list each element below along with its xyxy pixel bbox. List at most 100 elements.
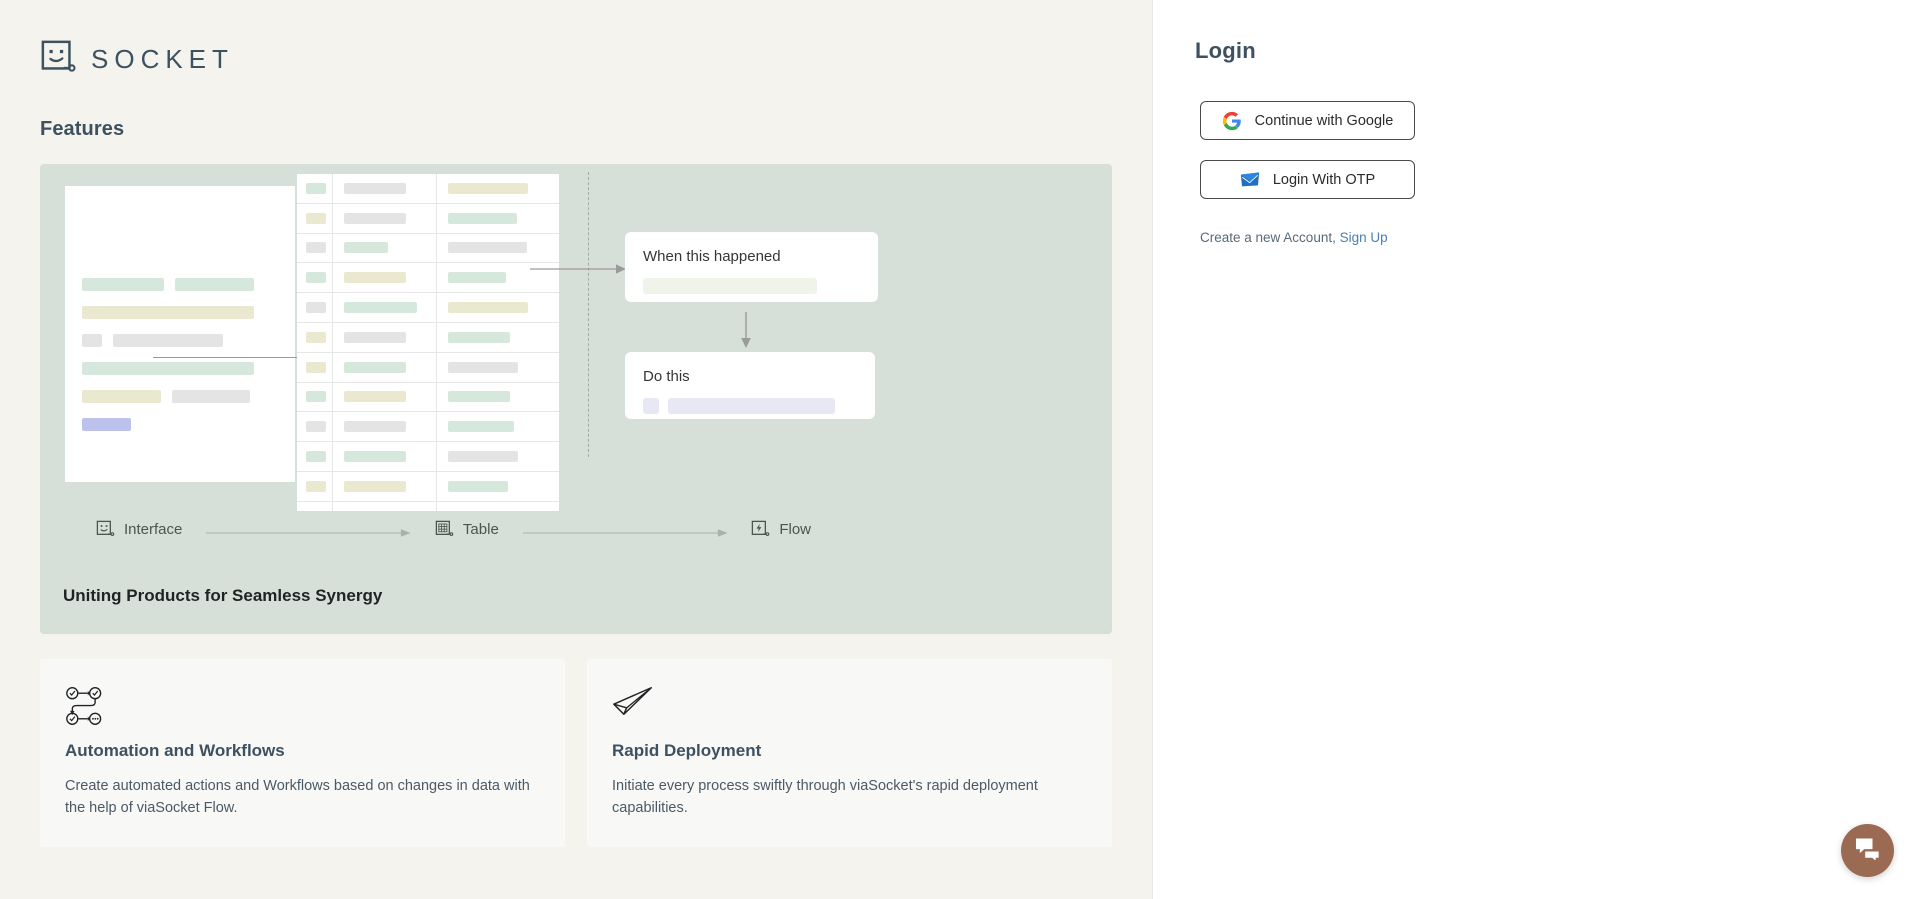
- legend-item-interface[interactable]: Interface: [96, 520, 182, 539]
- table-cell: [297, 204, 333, 233]
- cell-chip: [448, 332, 510, 343]
- table-cell: [437, 353, 559, 382]
- flow-trigger-card[interactable]: When this happened: [625, 232, 878, 302]
- table-row: [297, 412, 559, 442]
- flow-action-card[interactable]: Do this: [625, 352, 875, 419]
- cell-chip: [306, 213, 326, 224]
- table-cell: [297, 293, 333, 322]
- feature-card-automation[interactable]: Automation and Workflows Create automate…: [40, 659, 565, 847]
- table-cell: [333, 234, 437, 263]
- table-cell: [437, 472, 559, 501]
- interface-mock-row: [82, 306, 279, 319]
- flow-bolt-socket-icon: [751, 520, 770, 539]
- brand-logo[interactable]: SOCKET: [40, 38, 1112, 78]
- cell-chip: [344, 332, 406, 343]
- table-cell: [437, 502, 559, 511]
- table-cell: [297, 472, 333, 501]
- flow-trigger-placeholder-bar: [643, 278, 817, 294]
- cell-chip: [448, 213, 517, 224]
- signup-prompt-text: Create a new Account,: [1200, 230, 1336, 245]
- feature-card-deployment[interactable]: Rapid Deployment Initiate every process …: [587, 659, 1112, 847]
- cell-chip: [344, 183, 406, 194]
- legend-connector-2: [523, 525, 728, 535]
- login-with-otp-button[interactable]: Login With OTP: [1200, 160, 1415, 199]
- cell-chip: [448, 391, 510, 402]
- cell-chip: [306, 451, 326, 462]
- sign-up-link[interactable]: Sign Up: [1340, 230, 1388, 245]
- table-cell: [297, 174, 333, 203]
- table-mock: [297, 174, 559, 511]
- left-marketing-panel: SOCKET Features: [0, 0, 1152, 899]
- legend-item-table[interactable]: Table: [435, 520, 499, 539]
- continue-with-google-label: Continue with Google: [1255, 113, 1394, 129]
- table-cell: [333, 502, 437, 511]
- cell-chip: [306, 332, 326, 343]
- table-cell: [333, 174, 437, 203]
- table-cell: [333, 323, 437, 352]
- table-cell: [297, 353, 333, 382]
- feature-card-description: Create automated actions and Workflows b…: [65, 775, 540, 819]
- table-cell: [437, 323, 559, 352]
- table-cell: [333, 204, 437, 233]
- table-row: [297, 323, 559, 353]
- cell-chip: [344, 242, 388, 253]
- chat-support-button[interactable]: [1841, 824, 1894, 877]
- interface-mock-rows: [82, 278, 279, 431]
- cell-chip: [344, 481, 406, 492]
- table-cell: [437, 383, 559, 412]
- table-cell: [297, 263, 333, 292]
- cell-chip: [448, 183, 528, 194]
- socket-face-icon: [40, 39, 78, 77]
- hero-feature-card: When this happened Do this: [40, 164, 1112, 634]
- placeholder-bar: [82, 306, 254, 319]
- cell-chip: [344, 451, 406, 462]
- feature-cards-row: Automation and Workflows Create automate…: [40, 659, 1112, 847]
- placeholder-bar: [82, 334, 102, 347]
- interface-mock-row: [82, 390, 279, 403]
- cell-chip: [306, 272, 326, 283]
- paper-plane-icon: [612, 685, 1087, 729]
- flow-action-placeholder-row: [643, 398, 857, 414]
- table-cell: [437, 174, 559, 203]
- cell-chip: [344, 272, 406, 283]
- cell-chip: [448, 302, 528, 313]
- cell-chip: [448, 362, 518, 373]
- legend-label-flow: Flow: [779, 521, 811, 538]
- table-cell: [333, 442, 437, 471]
- feature-card-description: Initiate every process swiftly through v…: [612, 775, 1087, 819]
- continue-with-google-button[interactable]: Continue with Google: [1200, 101, 1415, 140]
- table-cell: [333, 263, 437, 292]
- hero-legend: Interface: [96, 520, 811, 539]
- flow-connector-arrow: [153, 357, 306, 358]
- cell-chip: [448, 242, 527, 253]
- table-row: [297, 234, 559, 264]
- cell-chip: [344, 421, 406, 432]
- cell-chip: [306, 183, 326, 194]
- workflow-nodes-icon: [65, 685, 540, 729]
- hero-illustration: When this happened Do this: [40, 164, 1112, 509]
- legend-item-flow[interactable]: Flow: [751, 520, 811, 539]
- placeholder-bar: [172, 390, 250, 403]
- cell-chip: [344, 213, 406, 224]
- flow-trigger-title: When this happened: [643, 249, 860, 264]
- login-panel: Login Continue with Google Log: [1152, 0, 1918, 899]
- placeholder-bar: [82, 390, 161, 403]
- table-cell: [297, 442, 333, 471]
- table-row: [297, 263, 559, 293]
- table-row: [297, 442, 559, 472]
- legend-connector-1: [206, 525, 411, 535]
- interface-mock-row: [82, 362, 279, 375]
- interface-mock-row: [82, 334, 279, 347]
- features-heading: Features: [40, 118, 1112, 141]
- placeholder-bar: [82, 362, 254, 375]
- feature-card-title: Automation and Workflows: [65, 741, 540, 761]
- table-cell: [333, 383, 437, 412]
- table-row: [297, 293, 559, 323]
- interface-mock-row: [82, 278, 279, 291]
- cell-chip: [306, 362, 326, 373]
- table-socket-icon: [435, 520, 454, 539]
- table-cell: [437, 293, 559, 322]
- login-with-otp-label: Login With OTP: [1273, 172, 1375, 188]
- placeholder-bar: [175, 278, 254, 291]
- login-heading: Login: [1195, 38, 1918, 64]
